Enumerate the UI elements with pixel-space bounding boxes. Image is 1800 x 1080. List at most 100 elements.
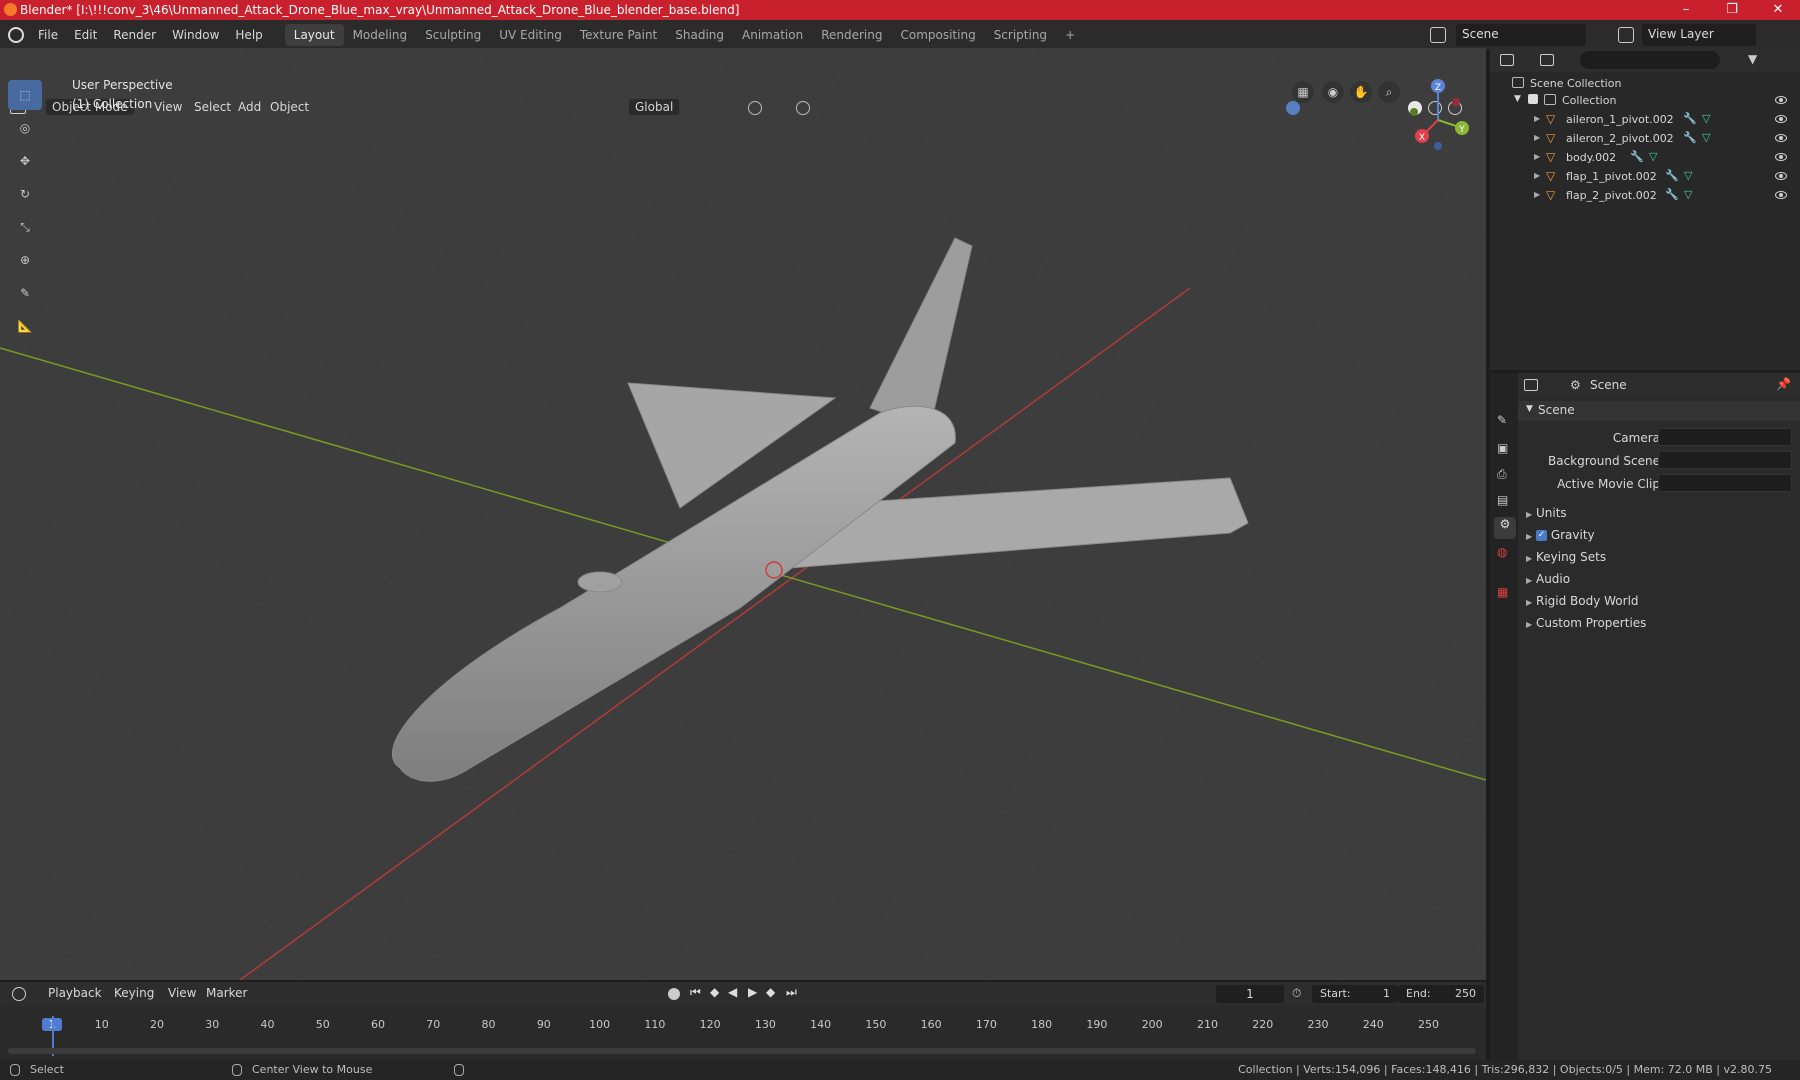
scene-collection-label[interactable]: Scene Collection	[1530, 77, 1621, 90]
timeline-editor-icon[interactable]	[12, 987, 26, 1001]
tab-texture-paint[interactable]: Texture Paint	[571, 24, 666, 46]
outliner-item-body[interactable]: ▶ ▽ body.002 🔧 ▽	[1490, 149, 1800, 167]
tab-scripting[interactable]: Scripting	[985, 24, 1056, 46]
mesh-data-icon[interactable]: ▽	[1684, 169, 1692, 182]
properties-editor-icon[interactable]	[1524, 379, 1538, 391]
record-icon[interactable]	[668, 988, 680, 1000]
expand-arrow-icon[interactable]: ▶	[1526, 598, 1532, 607]
visibility-eye-icon[interactable]	[1775, 153, 1787, 161]
toggle-camera-view-icon[interactable]: ▦	[1292, 81, 1314, 103]
prev-keyframe-icon[interactable]: ◆	[710, 985, 719, 999]
gravity-section[interactable]: ▶ ✓ Gravity	[1526, 528, 1595, 542]
camera-field[interactable]	[1658, 428, 1792, 446]
active-movie-clip-field[interactable]	[1658, 474, 1792, 492]
expand-arrow-icon[interactable]: ▶	[1534, 171, 1540, 180]
collection-checkbox[interactable]	[1528, 94, 1538, 104]
transform-tool-icon[interactable]: ⊕	[8, 245, 42, 275]
section-label[interactable]: Gravity	[1551, 528, 1595, 542]
outliner-item-label[interactable]: aileron_2_pivot.002	[1566, 132, 1674, 145]
tab-modeling[interactable]: Modeling	[344, 24, 417, 46]
outliner-search-input[interactable]	[1580, 51, 1720, 69]
zoom-icon[interactable]: ⌕	[1378, 81, 1400, 103]
current-frame-field[interactable]: 1	[1216, 985, 1284, 1003]
snap-icon[interactable]	[748, 101, 762, 115]
modifier-wrench-icon[interactable]: 🔧	[1683, 112, 1697, 125]
custom-properties-section[interactable]: ▶ Custom Properties	[1526, 616, 1646, 630]
expand-arrow-icon[interactable]: ▶	[1526, 554, 1532, 563]
filter-icon[interactable]: ▼	[1748, 52, 1757, 66]
expand-arrow-icon[interactable]: ▶	[1526, 576, 1532, 585]
annotate-tool-icon[interactable]: ✎	[8, 278, 42, 308]
timeline-menu-marker[interactable]: Marker	[198, 986, 255, 1000]
rigid-body-world-section[interactable]: ▶ Rigid Body World	[1526, 594, 1639, 608]
3d-viewport[interactable]: Object Mode View Select Add Object Globa…	[0, 48, 1486, 980]
section-label[interactable]: Audio	[1536, 572, 1570, 586]
modifier-wrench-icon[interactable]: 🔧	[1630, 150, 1644, 163]
outliner-item-label[interactable]: flap_2_pivot.002	[1566, 189, 1657, 202]
outliner-item-flap-2[interactable]: ▶ ▽ flap_2_pivot.002 🔧 ▽	[1490, 187, 1800, 205]
tab-animation[interactable]: Animation	[733, 24, 812, 46]
expand-arrow-icon[interactable]: ▶	[1534, 190, 1540, 199]
panel-collapse-icon[interactable]: ▼	[1526, 404, 1533, 414]
menu-render[interactable]: Render	[105, 28, 164, 42]
collection-label[interactable]: Collection	[1562, 94, 1616, 107]
tab-rendering[interactable]: Rendering	[812, 24, 891, 46]
play-reverse-icon[interactable]: ◀	[728, 985, 737, 999]
minimize-button[interactable]: –	[1664, 0, 1708, 20]
expand-arrow-icon[interactable]: ▶	[1534, 114, 1540, 123]
outliner-item-aileron-2[interactable]: ▶ ▽ aileron_2_pivot.002 🔧 ▽	[1490, 130, 1800, 148]
mesh-data-icon[interactable]: ▽	[1649, 150, 1657, 163]
gravity-checkbox[interactable]: ✓	[1535, 530, 1547, 541]
cursor-tool-icon[interactable]: ◎	[8, 113, 42, 143]
frame-ruler[interactable]: 1102030405060708090100110120130140150160…	[0, 1008, 1486, 1038]
menu-edit[interactable]: Edit	[66, 28, 105, 42]
visibility-eye-icon[interactable]	[1775, 115, 1787, 123]
outliner-item-flap-1[interactable]: ▶ ▽ flap_1_pivot.002 🔧 ▽	[1490, 168, 1800, 186]
start-frame-field[interactable]: Start: 1	[1312, 985, 1398, 1003]
measure-tool-icon[interactable]: 📐	[8, 311, 42, 341]
view-layer-tab-icon[interactable]: ▤	[1497, 493, 1508, 507]
transform-orientation-dropdown[interactable]: Global	[628, 98, 681, 116]
stopwatch-icon[interactable]: ⏱	[1292, 986, 1301, 1001]
visibility-eye-icon[interactable]	[1775, 172, 1787, 180]
mesh-data-icon[interactable]: ▽	[1702, 112, 1710, 125]
mesh-data-icon[interactable]: ▽	[1684, 188, 1692, 201]
viewport-menu-object[interactable]: Object	[262, 100, 317, 114]
visibility-eye-icon[interactable]	[1775, 134, 1787, 142]
expand-arrow-icon[interactable]: ▶	[1526, 532, 1532, 541]
jump-end-icon[interactable]: ⏭	[786, 985, 797, 1000]
proportional-edit-icon[interactable]	[796, 101, 810, 115]
scene-selector[interactable]: Scene	[1456, 24, 1586, 46]
collection-visibility-icon[interactable]	[1775, 96, 1787, 104]
modifier-wrench-icon[interactable]: 🔧	[1665, 188, 1679, 201]
outliner-item-label[interactable]: body.002	[1566, 151, 1616, 164]
viewport-canvas[interactable]	[0, 48, 1486, 980]
audio-section[interactable]: ▶ Audio	[1526, 572, 1570, 586]
view-layer-icon[interactable]	[1618, 27, 1634, 43]
close-button[interactable]: ✕	[1756, 0, 1800, 20]
expand-arrow-icon[interactable]: ▶	[1526, 510, 1532, 519]
menu-window[interactable]: Window	[164, 28, 227, 42]
expand-arrow-icon[interactable]: ▶	[1526, 620, 1532, 629]
rotate-tool-icon[interactable]: ↻	[8, 179, 42, 209]
expand-arrow-icon[interactable]: ▶	[1534, 133, 1540, 142]
menu-file[interactable]: File	[30, 28, 66, 42]
output-properties-tab-icon[interactable]: ⎙	[1497, 467, 1507, 482]
timeline-scrollbar[interactable]	[8, 1048, 1476, 1054]
section-label[interactable]: Units	[1536, 506, 1567, 520]
scene-icon[interactable]	[1430, 27, 1446, 43]
tab-uv-editing[interactable]: UV Editing	[490, 24, 571, 46]
section-label[interactable]: Custom Properties	[1536, 616, 1646, 630]
modifier-wrench-icon[interactable]: 🔧	[1683, 131, 1697, 144]
pin-icon[interactable]: 📌	[1776, 377, 1791, 391]
play-icon[interactable]: ▶	[748, 985, 757, 999]
expand-arrow-icon[interactable]: ▶	[1534, 152, 1540, 161]
outliner-editor-icon[interactable]	[1500, 54, 1514, 66]
section-label[interactable]: Keying Sets	[1536, 550, 1606, 564]
maximize-button[interactable]: ❐	[1710, 0, 1754, 20]
add-workspace-button[interactable]: +	[1056, 24, 1084, 46]
tab-sculpting[interactable]: Sculpting	[416, 24, 490, 46]
end-frame-field[interactable]: End: 250	[1398, 985, 1484, 1003]
outliner-item-aileron-1[interactable]: ▶ ▽ aileron_1_pivot.002 🔧 ▽	[1490, 111, 1800, 129]
texture-properties-tab-icon[interactable]: ▦	[1497, 585, 1508, 599]
